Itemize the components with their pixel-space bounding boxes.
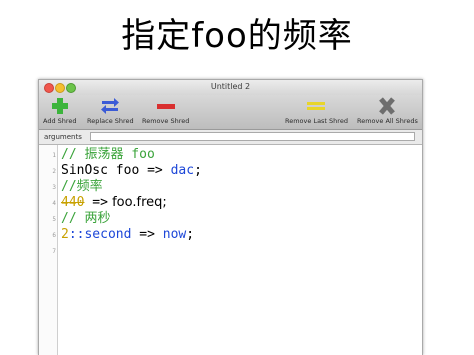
title-bar: Untitled 2	[39, 80, 422, 95]
line-number: 4	[52, 200, 56, 207]
dac-keyword: dac	[162, 163, 195, 178]
line-number: 1	[52, 152, 56, 159]
semicolon: ;	[194, 163, 202, 178]
number-literal: 2	[61, 227, 69, 242]
line-number: 2	[52, 168, 56, 175]
code-line: 7	[39, 243, 422, 259]
remove-shred-button[interactable]: Remove Shred	[142, 97, 189, 125]
comment-text: // 两秒	[61, 211, 111, 226]
remove-shred-label: Remove Shred	[142, 117, 190, 125]
code-editor[interactable]: 1 // 振荡器 foo 2 SinOsc foo => dac; 3 //频率…	[39, 145, 422, 355]
code-text: SinOsc foo => dac;	[61, 163, 202, 179]
arguments-label: arguments	[44, 133, 82, 141]
line-number: 3	[52, 184, 56, 191]
remove-all-shreds-button[interactable]: Remove All Shreds	[357, 97, 418, 125]
line-number: 5	[52, 216, 56, 223]
class-token: SinOsc	[61, 163, 108, 178]
code-text: // 两秒	[61, 211, 110, 227]
code-text: // 振荡器 foo	[61, 147, 155, 163]
remove-all-shreds-label: Remove All Shreds	[357, 117, 418, 125]
comment-text: // 振荡器 foo	[61, 147, 155, 162]
x-icon	[379, 97, 396, 115]
add-shred-button[interactable]: Add Shred	[43, 97, 77, 125]
code-line: 3 //频率	[39, 179, 422, 195]
window-title: Untitled 2	[210, 82, 251, 91]
arguments-input[interactable]	[90, 132, 415, 141]
comment-text: //频率	[61, 179, 103, 194]
arguments-bar: arguments	[39, 130, 422, 145]
toolbar: Add Shred Replace Shred Remove Shred Rem…	[39, 95, 422, 130]
code-line: 6 2::second => now;	[39, 227, 422, 243]
replace-shred-button[interactable]: Replace Shred	[87, 97, 134, 125]
chuck-operator: =>	[84, 195, 108, 210]
plus-icon	[51, 98, 68, 114]
line-number: 7	[52, 248, 56, 255]
remove-last-shred-label: Remove Last Shred	[285, 117, 348, 125]
chuck-operator: =>	[131, 227, 155, 242]
line-number: 6	[52, 232, 56, 239]
code-line: 4 440 => foo.freq;	[39, 195, 422, 211]
code-line: 5 // 两秒	[39, 211, 422, 227]
freq-assignment: foo.freq;	[107, 195, 167, 210]
number-literal: 440	[61, 195, 85, 210]
duration-separator: ::	[68, 227, 85, 242]
chuck-operator: =>	[147, 163, 163, 178]
add-shred-label: Add Shred	[43, 117, 77, 125]
code-text: 2::second => now;	[61, 227, 194, 243]
code-text: 440 => foo.freq;	[61, 195, 167, 211]
app-window: Untitled 2 Add Shred Replace Shred Remov…	[38, 79, 423, 355]
swap-arrows-icon	[101, 98, 120, 114]
second-keyword: second	[84, 227, 132, 242]
code-line: 2 SinOsc foo => dac;	[39, 163, 422, 179]
replace-shred-label: Replace Shred	[87, 117, 134, 125]
slide-title: 指定foo的频率	[121, 16, 353, 56]
variable-token: foo	[107, 163, 148, 178]
code-text: //频率	[61, 179, 103, 195]
now-keyword: now	[154, 227, 187, 242]
code-line: 1 // 振荡器 foo	[39, 147, 422, 163]
double-bar-icon	[307, 102, 326, 110]
minus-icon	[156, 104, 175, 109]
remove-last-shred-button[interactable]: Remove Last Shred	[285, 97, 348, 125]
semicolon: ;	[186, 227, 195, 242]
